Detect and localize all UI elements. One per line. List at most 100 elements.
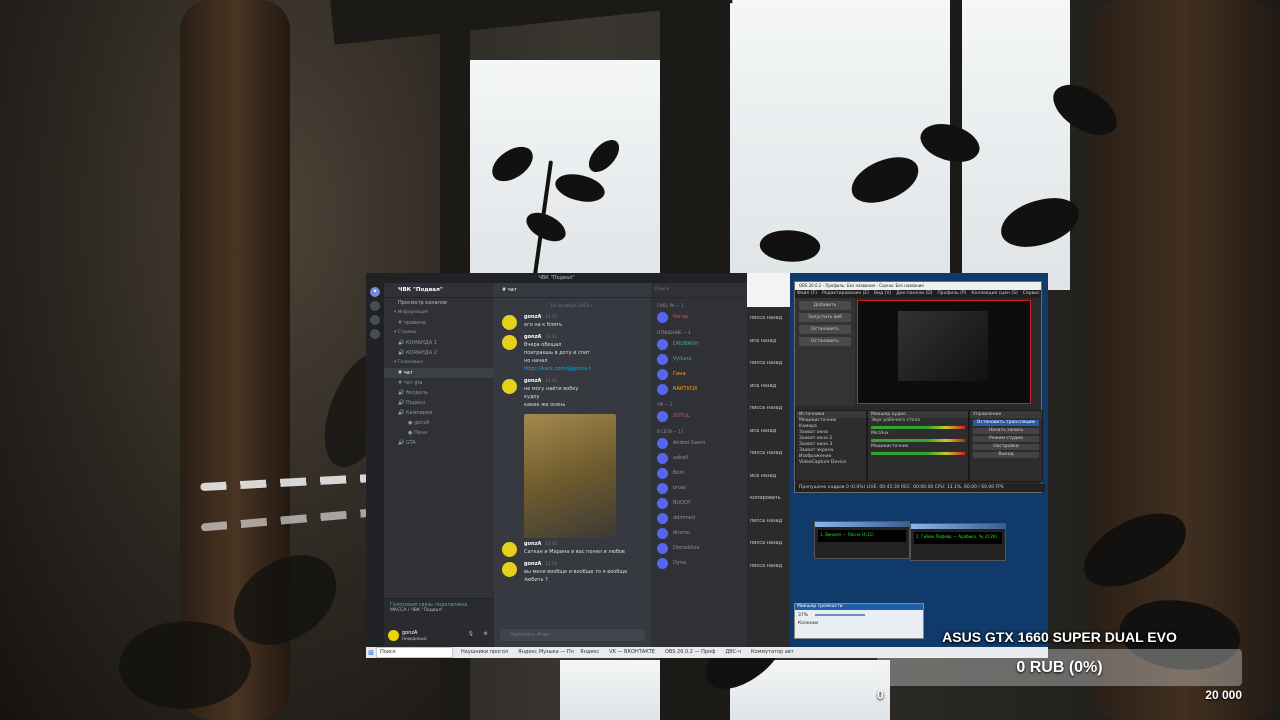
message-image[interactable] xyxy=(524,414,616,538)
volume-slider[interactable] xyxy=(815,613,866,616)
taskbar-app[interactable]: Яндекс.Музыка — Пл xyxy=(514,647,575,658)
obs-side-button[interactable]: Запустить веб xyxy=(799,313,851,322)
obs-menu-item[interactable]: Редактирование (E) xyxy=(822,291,869,296)
microphone-icon[interactable]: 🎙 xyxy=(468,631,474,637)
server-name[interactable]: ЧВК "Подвал" xyxy=(384,283,494,298)
obs-side-button[interactable]: Остановить xyxy=(799,325,851,334)
winamp-titlebar[interactable] xyxy=(911,524,1005,529)
obs-preview[interactable] xyxy=(857,300,1031,404)
audio-meter[interactable] xyxy=(871,426,965,429)
notification-item[interactable]: писса назад xyxy=(747,442,790,465)
audio-meter[interactable] xyxy=(871,439,965,442)
notification-item[interactable]: иса назад xyxy=(747,330,790,353)
winamp-titlebar[interactable] xyxy=(815,522,909,527)
notification-item[interactable]: писса назад xyxy=(747,397,790,420)
channel-item[interactable]: 🔊 болдель xyxy=(384,388,494,398)
avatar[interactable] xyxy=(502,335,517,350)
message-author[interactable]: gonzA xyxy=(524,541,541,547)
member-item[interactable]: BUDDY xyxy=(651,496,747,511)
notification-item[interactable]: писса назад xyxy=(747,307,790,330)
member-item[interactable]: Andrei Gasrn xyxy=(651,436,747,451)
channel-item[interactable]: 🔊 Подвал xyxy=(384,398,494,408)
channel-item[interactable]: ● Пеня xyxy=(384,428,494,438)
member-item[interactable]: Vylluna xyxy=(651,352,747,367)
browse-channels[interactable]: Просмотр каналов xyxy=(384,298,494,308)
taskbar-app[interactable]: ДВС-ч xyxy=(721,647,745,658)
taskbar-app[interactable]: Яндекс xyxy=(576,647,604,658)
search-input[interactable]: Поиск xyxy=(651,283,747,298)
message-author[interactable]: gonzA xyxy=(524,561,541,567)
channel-item[interactable]: 🔊 GTA xyxy=(384,438,494,448)
control-button[interactable]: Начать запись xyxy=(973,428,1039,434)
server-icon[interactable] xyxy=(370,329,380,339)
server-list[interactable]: ✦ xyxy=(366,283,384,647)
member-item[interactable]: ddmined xyxy=(651,511,747,526)
notification-item[interactable]: копировать xyxy=(747,487,790,510)
message-author[interactable]: gonzA xyxy=(524,314,541,320)
notification-item[interactable]: писса назад xyxy=(747,510,790,533)
windows-start-icon[interactable]: ⊞ xyxy=(366,647,376,658)
control-button[interactable]: Выход xyxy=(973,452,1039,458)
notification-item[interactable]: писса назад xyxy=(747,352,790,375)
discord-home-icon[interactable]: ✦ xyxy=(370,287,380,297)
member-item[interactable]: SOTUL xyxy=(651,409,747,424)
message-author[interactable]: gonzA xyxy=(524,334,541,340)
member-item[interactable]: broai xyxy=(651,481,747,496)
notification-item[interactable]: иса назад xyxy=(747,465,790,488)
avatar[interactable] xyxy=(502,379,517,394)
notification-item[interactable]: иса назад xyxy=(747,375,790,398)
gear-icon[interactable]: ⚙ xyxy=(484,631,488,637)
member-item[interactable]: dnsmo xyxy=(651,526,747,541)
member-item[interactable]: Dyno xyxy=(651,556,747,571)
obs-menu-item[interactable]: Профиль (P) xyxy=(937,291,966,296)
control-button[interactable]: Настройки xyxy=(973,444,1039,450)
control-button[interactable]: Режим студии xyxy=(973,436,1039,442)
member-item[interactable]: КАКТУСИ xyxy=(651,382,747,397)
channel-item[interactable]: # чат xyxy=(384,368,494,378)
source-item[interactable]: VideoCapture Device xyxy=(796,460,866,466)
obs-side-button[interactable]: Остановить xyxy=(799,337,851,346)
obs-menu-item[interactable]: Сервис (T) xyxy=(1023,291,1041,296)
obs-menu-item[interactable]: Коллекция сцен (S) xyxy=(971,291,1017,296)
obs-menu-item[interactable]: Вид (V) xyxy=(874,291,891,296)
obs-menu-item[interactable]: Файл (F) xyxy=(797,291,817,296)
channel-item[interactable]: 🔊 Кампирки xyxy=(384,408,494,418)
member-item[interactable]: Гина xyxy=(651,367,747,382)
taskbar-app[interactable]: OBS 26.0.2 — Проф xyxy=(660,647,720,658)
message-author[interactable]: gonzA xyxy=(524,378,541,384)
avatar[interactable] xyxy=(502,562,517,577)
obs-side-button[interactable]: Добавить xyxy=(799,301,851,310)
message-link[interactable]: https://ksck.com/@gonza-t xyxy=(524,366,591,372)
server-icon[interactable] xyxy=(370,315,380,325)
audio-meter[interactable] xyxy=(871,452,965,455)
channel-item[interactable]: 🔊 КОМАНДА 2 xyxy=(384,348,494,358)
notification-item[interactable]: иса назад xyxy=(747,420,790,443)
server-icon[interactable] xyxy=(370,301,380,311)
member-item[interactable]: Boni xyxy=(651,466,747,481)
channel-item[interactable]: # чат gta xyxy=(384,378,494,388)
message-input[interactable]: Написать #чат xyxy=(500,629,645,641)
member-item[interactable]: axbell xyxy=(651,451,747,466)
avatar[interactable] xyxy=(388,630,399,641)
winamp-player-2[interactable]: 2. Гийом Лефевр — Арабика, Чу (4:26) xyxy=(910,523,1006,561)
taskbar-app[interactable]: VK — ВКОНТАКТЕ xyxy=(605,647,659,658)
channel-sidebar: ЧВК "Подвал" Просмотр каналов ▾ Информац… xyxy=(384,283,494,647)
channel-item[interactable]: ● gonzA xyxy=(384,418,494,428)
taskbar-app[interactable]: Коммутатор авт xyxy=(746,647,798,658)
notification-item[interactable]: писса назад xyxy=(747,555,790,578)
taskbar-search[interactable]: Поиск xyxy=(376,647,453,658)
channel-item[interactable]: 🔊 КОМАНДА 1 xyxy=(384,338,494,348)
winamp-player-1[interactable]: 1. Винамп — Песня (4:21) xyxy=(814,521,910,559)
browser-toolbar[interactable] xyxy=(747,273,790,307)
obs-menu-item[interactable]: Док-панели (D) xyxy=(896,291,932,296)
voice-channel[interactable]: МАССА / ЧВК "Подвал" xyxy=(384,608,494,613)
channel-item[interactable]: # правила xyxy=(384,318,494,328)
control-button[interactable]: Остановить трансляцию xyxy=(973,420,1039,426)
avatar[interactable] xyxy=(502,315,517,330)
member-item[interactable]: Регор xyxy=(651,310,747,325)
avatar[interactable] xyxy=(502,542,517,557)
member-item[interactable]: DROBASH xyxy=(651,337,747,352)
taskbar-app[interactable]: Наушники прогол xyxy=(457,647,513,658)
notification-item[interactable]: писса назад xyxy=(747,532,790,555)
member-item[interactable]: Domekilov xyxy=(651,541,747,556)
